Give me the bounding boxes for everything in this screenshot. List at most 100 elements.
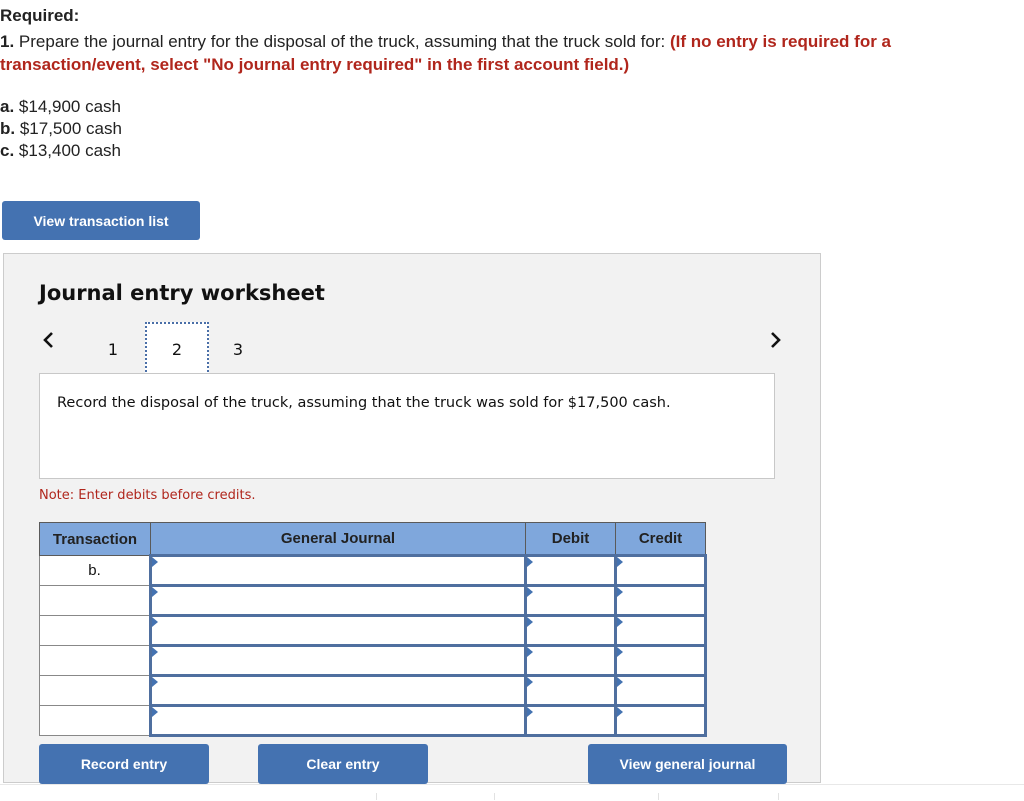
debit-input-cell[interactable]	[524, 644, 617, 677]
journal-entry-worksheet: Journal entry worksheet 1 2 3 Record the…	[3, 253, 821, 784]
debit-input-cell[interactable]	[524, 584, 617, 617]
header-credit: Credit	[615, 522, 706, 556]
chevron-right-icon[interactable]	[769, 330, 783, 355]
credit-input-cell[interactable]	[614, 644, 707, 677]
credit-input-cell[interactable]	[614, 554, 707, 587]
dropdown-marker-icon	[527, 587, 533, 597]
credit-input[interactable]	[617, 587, 704, 614]
record-entry-button[interactable]: Record entry	[39, 744, 209, 784]
table-row: b.	[39, 554, 707, 587]
tab-2-active[interactable]: 2	[145, 322, 209, 376]
dropdown-marker-icon	[527, 677, 533, 687]
view-transaction-list-button[interactable]: View transaction list	[2, 201, 200, 240]
dropdown-marker-icon	[527, 557, 533, 567]
debit-input[interactable]	[527, 647, 614, 674]
dropdown-marker-icon	[617, 617, 623, 627]
worksheet-title: Journal entry worksheet	[39, 281, 325, 305]
dropdown-marker-icon	[527, 707, 533, 717]
dropdown-marker-icon	[617, 647, 623, 657]
required-label: Required:	[0, 6, 80, 25]
debit-input[interactable]	[527, 617, 614, 644]
account-select-cell[interactable]	[149, 584, 527, 617]
debit-input[interactable]	[527, 677, 614, 704]
account-select[interactable]	[152, 677, 524, 704]
instruction-number: 1.	[0, 32, 15, 51]
credit-input[interactable]	[617, 647, 704, 674]
divider	[778, 793, 779, 800]
account-select-cell[interactable]	[149, 644, 527, 677]
bottom-divider	[0, 784, 1024, 801]
option-text: $14,900 cash	[14, 97, 121, 116]
instruction-body: Prepare the journal entry for the dispos…	[14, 32, 670, 51]
divider	[494, 793, 495, 800]
view-general-journal-button[interactable]: View general journal	[588, 744, 787, 784]
dropdown-marker-icon	[152, 707, 158, 717]
account-select[interactable]	[152, 617, 524, 644]
dropdown-marker-icon	[527, 617, 533, 627]
dropdown-marker-icon	[152, 587, 158, 597]
credit-input[interactable]	[617, 617, 704, 644]
transaction-cell	[39, 585, 151, 616]
table-row	[39, 674, 707, 707]
debit-input-cell[interactable]	[524, 704, 617, 737]
credit-input[interactable]	[617, 677, 704, 704]
chevron-left-icon[interactable]	[41, 330, 55, 355]
debit-input[interactable]	[527, 707, 614, 734]
transaction-cell	[39, 615, 151, 646]
table-header-row: Transaction General Journal Debit Credit	[39, 522, 706, 556]
account-select[interactable]	[152, 557, 524, 584]
debit-input-cell[interactable]	[524, 614, 617, 647]
account-select[interactable]	[152, 707, 524, 734]
transaction-cell	[39, 645, 151, 676]
transaction-cell	[39, 675, 151, 706]
dropdown-marker-icon	[152, 617, 158, 627]
option-item: a. $14,900 cash	[0, 96, 122, 118]
dropdown-marker-icon	[617, 677, 623, 687]
clear-entry-button[interactable]: Clear entry	[258, 744, 428, 784]
dropdown-marker-icon	[152, 647, 158, 657]
debit-input[interactable]	[527, 587, 614, 614]
transaction-cell	[39, 705, 151, 736]
option-text: $13,400 cash	[14, 141, 121, 160]
account-select-cell[interactable]	[149, 614, 527, 647]
divider	[376, 793, 377, 800]
divider	[658, 793, 659, 800]
account-select-cell[interactable]	[149, 704, 527, 737]
tab-3[interactable]: 3	[206, 322, 270, 376]
credit-input[interactable]	[617, 557, 704, 584]
header-transaction: Transaction	[39, 522, 151, 556]
dropdown-marker-icon	[617, 707, 623, 717]
credit-input-cell[interactable]	[614, 614, 707, 647]
option-text: $17,500 cash	[15, 119, 122, 138]
options-list: a. $14,900 cash b. $17,500 cash c. $13,4…	[0, 96, 122, 162]
dropdown-marker-icon	[617, 557, 623, 567]
debits-note: Note: Enter debits before credits.	[39, 488, 256, 503]
debit-input[interactable]	[527, 557, 614, 584]
option-letter: a.	[0, 97, 15, 116]
credit-input[interactable]	[617, 707, 704, 734]
account-select-cell[interactable]	[149, 674, 527, 707]
table-row	[39, 644, 707, 677]
journal-table: Transaction General Journal Debit Credit…	[39, 522, 707, 737]
dropdown-marker-icon	[152, 677, 158, 687]
header-debit: Debit	[525, 522, 616, 556]
dropdown-marker-icon	[152, 557, 158, 567]
option-item: b. $17,500 cash	[0, 118, 122, 140]
transaction-cell: b.	[39, 555, 151, 586]
table-row	[39, 584, 707, 617]
instruction-text: 1. Prepare the journal entry for the dis…	[0, 30, 1020, 76]
credit-input-cell[interactable]	[614, 584, 707, 617]
credit-input-cell[interactable]	[614, 674, 707, 707]
tab-1[interactable]: 1	[81, 322, 145, 376]
debit-input-cell[interactable]	[524, 554, 617, 587]
account-select[interactable]	[152, 647, 524, 674]
header-general-journal: General Journal	[150, 522, 526, 556]
dropdown-marker-icon	[527, 647, 533, 657]
option-letter: c.	[0, 141, 15, 160]
account-select[interactable]	[152, 587, 524, 614]
debit-input-cell[interactable]	[524, 674, 617, 707]
account-select-cell[interactable]	[149, 554, 527, 587]
transaction-description: Record the disposal of the truck, assumi…	[39, 373, 775, 479]
credit-input-cell[interactable]	[614, 704, 707, 737]
option-letter: b.	[0, 119, 16, 138]
